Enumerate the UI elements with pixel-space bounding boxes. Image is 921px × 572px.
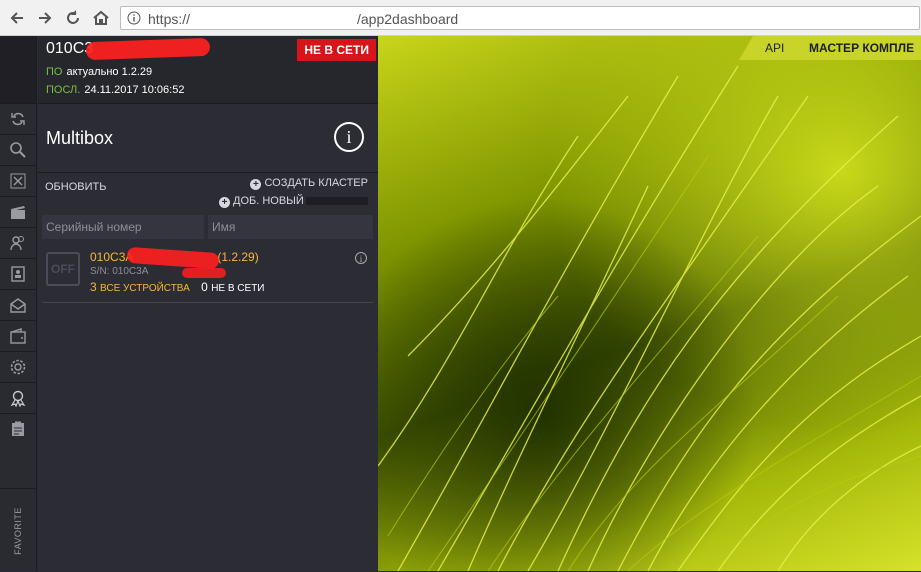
sidebar-top-block [0,36,36,103]
phonebook-icon[interactable] [0,258,36,289]
last-value: 24.11.2017 10:06:52 [84,84,185,96]
count-all-label: ВСЕ УСТРОЙСТВА [100,283,190,294]
row-info-icon[interactable]: i [355,252,367,264]
device-header: 010C3 НЕ В СЕТИ ПО актуально 1.2.29 ПОСЛ.… [38,36,378,104]
device-panel: 010C3 НЕ В СЕТИ ПО актуально 1.2.29 ПОСЛ.… [38,36,378,571]
row-serial: S/N: 010C3A [90,266,149,277]
last-seen-row: ПОСЛ. 24.11.2017 10:06:52 [46,84,184,96]
master-link[interactable]: МАСТЕР КОМПЛЕ [809,41,914,55]
column-serial[interactable]: Серийный номер [42,215,204,239]
add-new-label: ДОБ. НОВЫЙ [233,195,304,207]
clapper-icon[interactable] [0,196,36,227]
software-label: ПО [46,66,63,78]
row-counts: 3 ВСЕ УСТРОЙСТВА 0 НЕ В СЕТИ [90,280,265,294]
api-link[interactable]: API [765,41,784,55]
mail-icon[interactable] [0,289,36,320]
status-badge: НЕ В СЕТИ [297,39,376,61]
url-protocol: https:// [148,11,191,27]
info-icon[interactable] [127,11,141,25]
software-row: ПО актуально 1.2.29 [46,66,152,78]
count-offline-label: НЕ В СЕТИ [211,283,265,294]
plus-icon: + [250,179,262,190]
redaction-mark [85,37,211,61]
refresh-icon[interactable] [0,103,36,134]
create-cluster-button[interactable]: + СОЗДАТЬ КЛАСТЕР [250,177,368,190]
table-row[interactable]: OFF 010C3A (1.2.29) S/N: 010C3A 3 ВСЕ УСТ… [42,244,373,303]
row-version: (1.2.29) [217,250,259,264]
count-all: 3 [90,280,97,294]
refresh-button[interactable]: ОБНОВИТЬ [45,181,106,193]
gear-icon[interactable] [0,351,36,382]
column-name[interactable]: Имя [208,215,373,239]
users-icon[interactable] [0,227,36,258]
url-path: /app2dashboard [357,11,459,27]
clipboard-icon[interactable] [0,413,36,444]
favorite-label: FAVORITE [13,506,23,555]
top-nav: API МАСТЕР КОМПЛЕ [739,36,921,60]
offline-badge: OFF [46,252,80,286]
plus-icon: + [219,197,230,208]
forward-icon[interactable] [36,9,54,27]
home-icon[interactable] [92,9,110,27]
add-new-button[interactable]: + ДОБ. НОВЫЙ [219,195,304,208]
favorite-tab[interactable]: FAVORITE [0,488,36,572]
table-header: Серийный номер Имя [42,215,373,239]
search-icon[interactable] [0,134,36,165]
software-value: актуально 1.2.29 [66,66,153,78]
create-cluster-label: СОЗДАТЬ КЛАСТЕР [264,177,368,189]
back-icon[interactable] [8,9,26,27]
grass-blades [378,65,921,571]
actions-bar: ОБНОВИТЬ + СОЗДАТЬ КЛАСТЕР + ДОБ. НОВЫЙ [38,173,378,213]
multibox-section: Multibox i [38,104,378,173]
redaction-mark [182,268,226,278]
redaction-mark [306,197,368,205]
address-bar[interactable]: https:// /app2dashboard [120,6,920,30]
reload-icon[interactable] [64,9,82,27]
info-circle-icon[interactable]: i [334,122,364,152]
last-label: ПОСЛ. [46,84,81,96]
expand-icon[interactable] [0,165,36,196]
background-image: API МАСТЕР КОМПЛЕ [378,36,921,571]
browser-toolbar: https:// /app2dashboard [0,0,921,36]
icon-sidebar: FAVORITE [0,36,37,571]
award-icon[interactable] [0,382,36,413]
wallet-icon[interactable] [0,320,36,351]
page-title: Multibox [46,128,114,148]
count-offline: 0 [201,280,208,294]
